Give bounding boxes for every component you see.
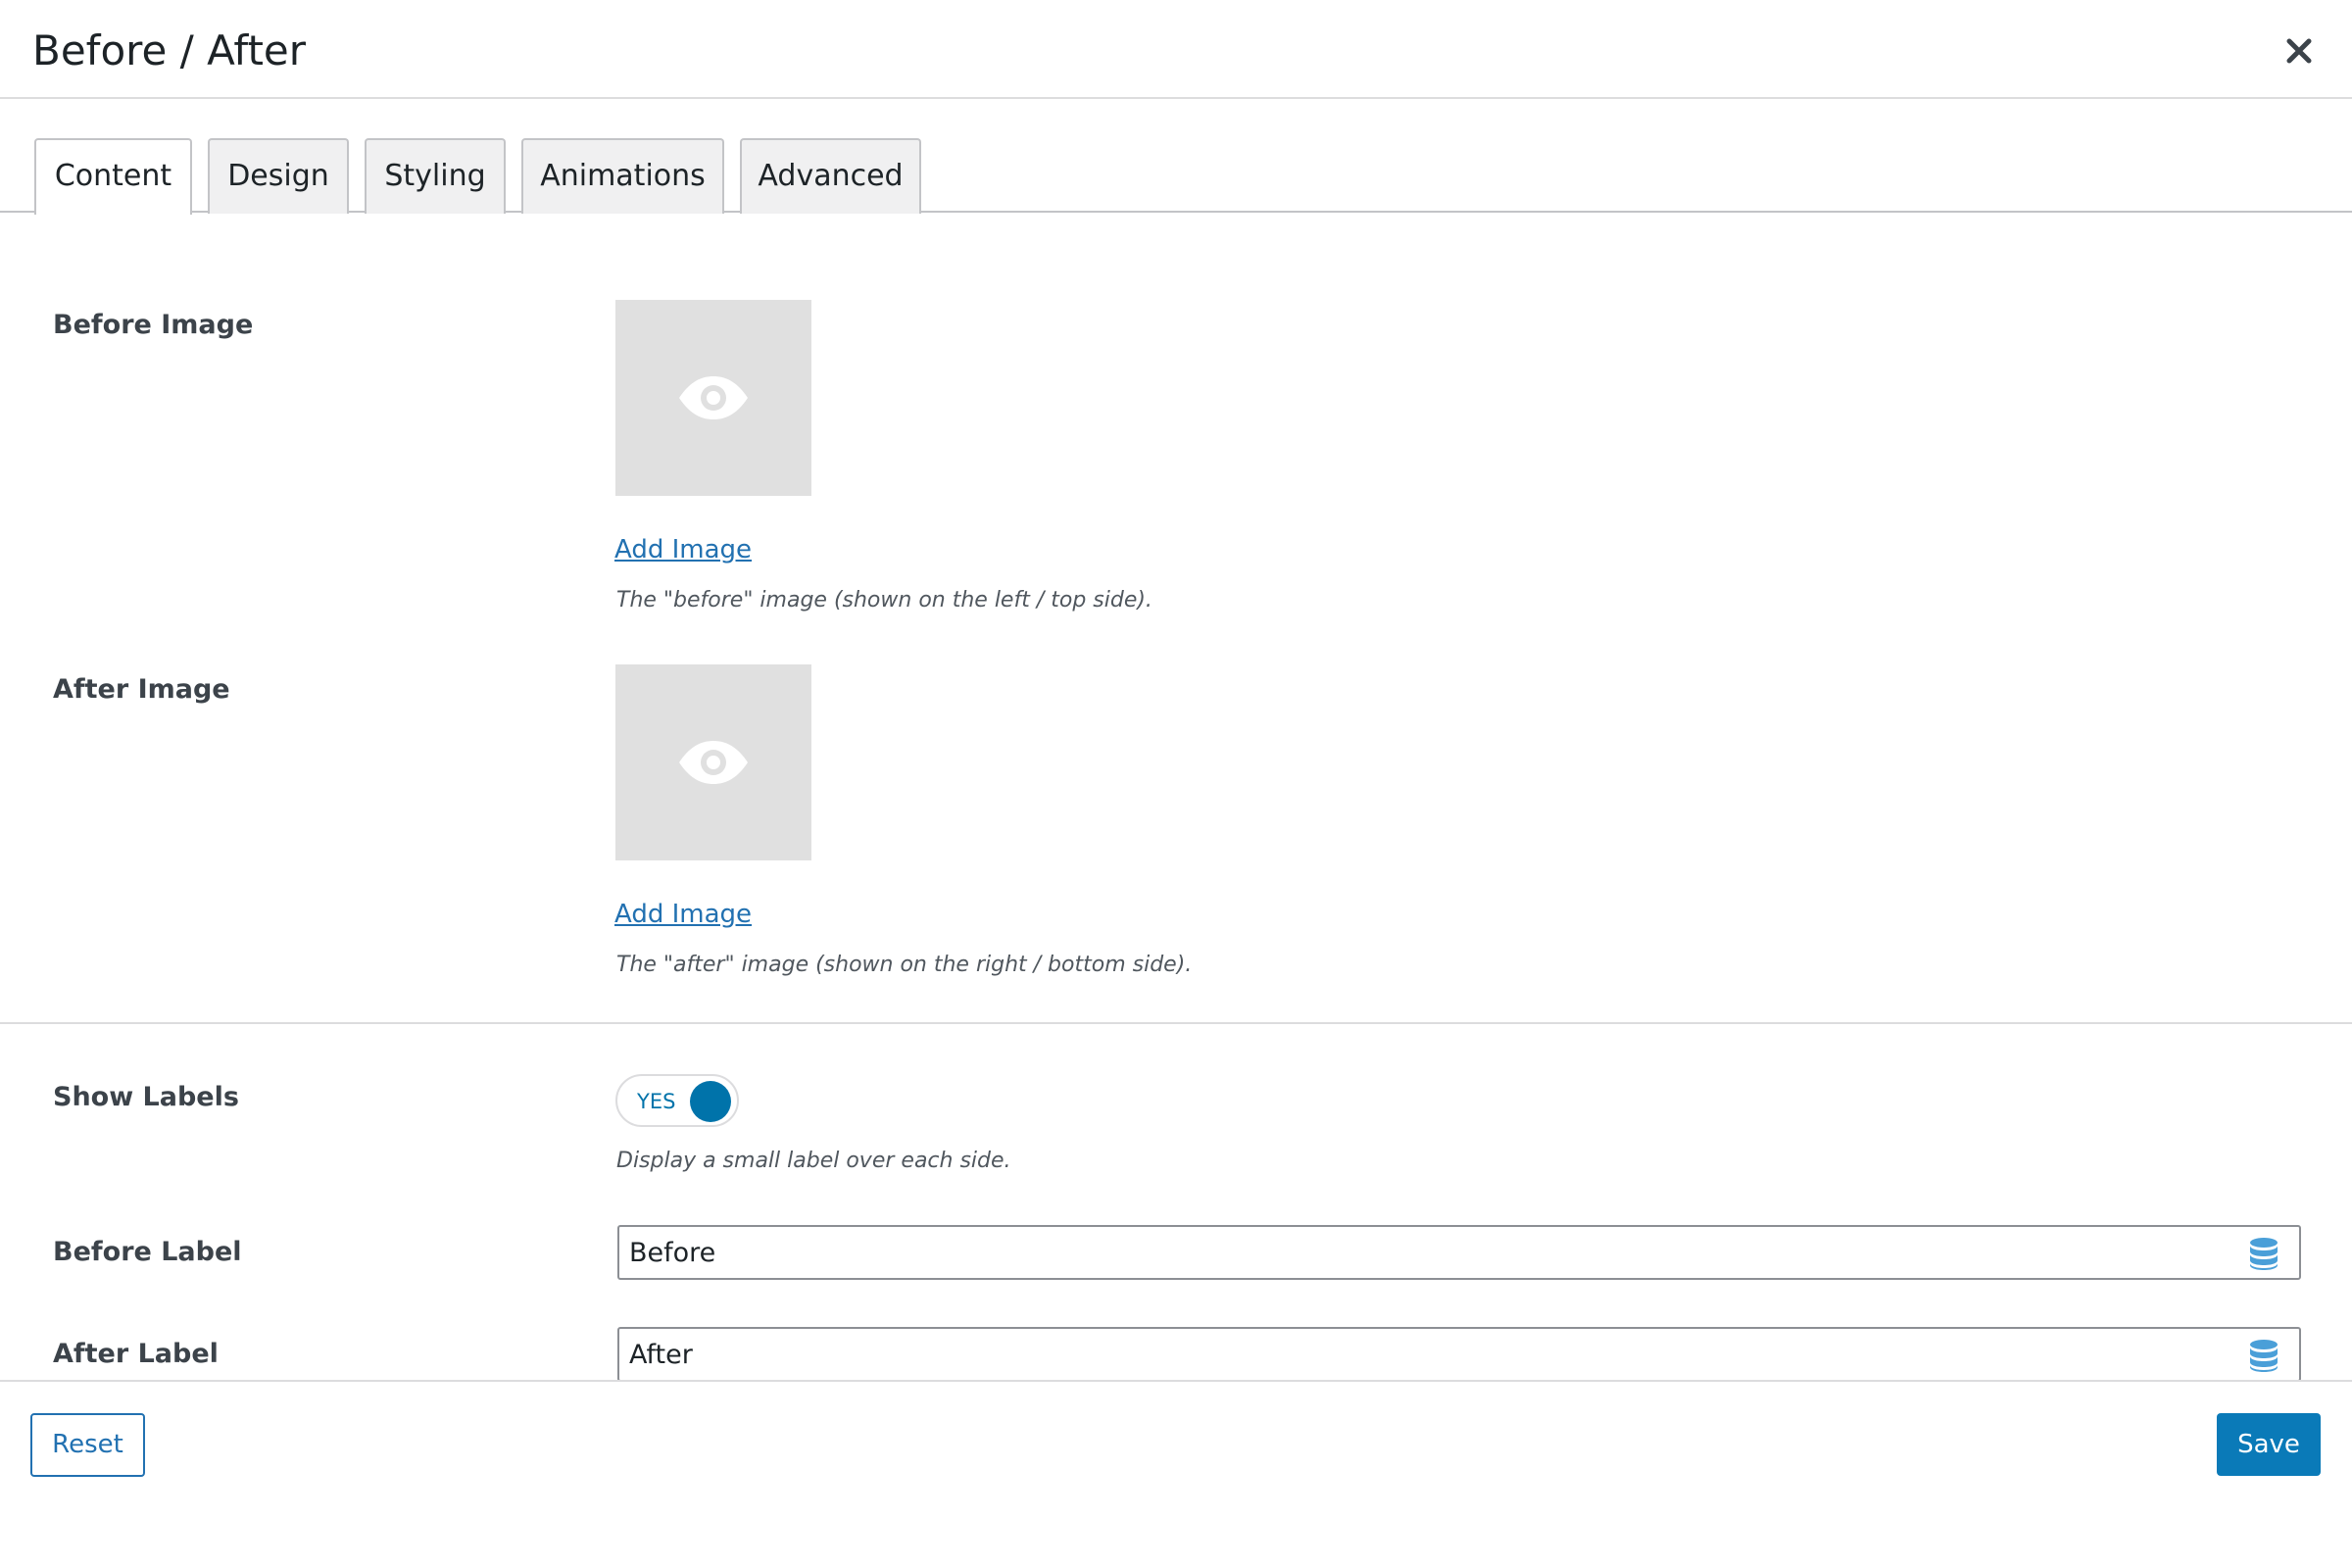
reset-button[interactable]: Reset [30, 1413, 145, 1477]
toggle-state-text: YES [637, 1090, 676, 1113]
after-image-label: After Image [53, 674, 230, 705]
before-label-field [617, 1225, 2301, 1280]
tab-animations[interactable]: Animations [521, 138, 724, 214]
after-add-image-link[interactable]: Add Image [614, 898, 752, 931]
save-button[interactable]: Save [2217, 1413, 2321, 1476]
show-labels-toggle[interactable]: YES [615, 1074, 739, 1127]
database-icon[interactable] [2248, 1339, 2279, 1372]
section-divider [0, 1022, 2352, 1024]
before-image-placeholder[interactable] [615, 300, 811, 496]
tab-bar: Content Design Styling Animations Advanc… [0, 99, 2352, 215]
close-icon [2286, 38, 2312, 64]
database-icon[interactable] [2248, 1237, 2279, 1270]
before-label-label: Before Label [53, 1237, 242, 1267]
close-button[interactable] [2278, 29, 2321, 73]
dialog-footer: Reset Save [0, 1380, 2352, 1568]
eye-icon [679, 376, 748, 419]
after-label-label: After Label [53, 1339, 219, 1369]
before-image-help: The "before" image (shown on the left / … [616, 588, 1152, 612]
tab-styling[interactable]: Styling [365, 138, 506, 214]
eye-icon [679, 741, 748, 784]
after-label-input[interactable] [619, 1329, 2236, 1380]
tab-advanced[interactable]: Advanced [740, 138, 921, 214]
dialog-header: Before / After [0, 0, 2352, 99]
toggle-knob [690, 1081, 731, 1122]
after-image-help: The "after" image (shown on the right / … [616, 953, 1193, 977]
before-image-label: Before Image [53, 310, 254, 340]
before-add-image-link[interactable]: Add Image [614, 533, 752, 566]
before-label-input[interactable] [619, 1227, 2236, 1278]
after-image-placeholder[interactable] [615, 664, 811, 860]
dialog-title: Before / After [32, 26, 307, 74]
tab-content[interactable]: Content [34, 138, 192, 215]
show-labels-help: Display a small label over each side. [616, 1149, 1011, 1173]
show-labels-label: Show Labels [53, 1082, 239, 1112]
before-after-dialog: Before / After Content Design Styling An… [0, 0, 2352, 1568]
tab-design[interactable]: Design [208, 138, 349, 214]
after-label-field [617, 1327, 2301, 1382]
